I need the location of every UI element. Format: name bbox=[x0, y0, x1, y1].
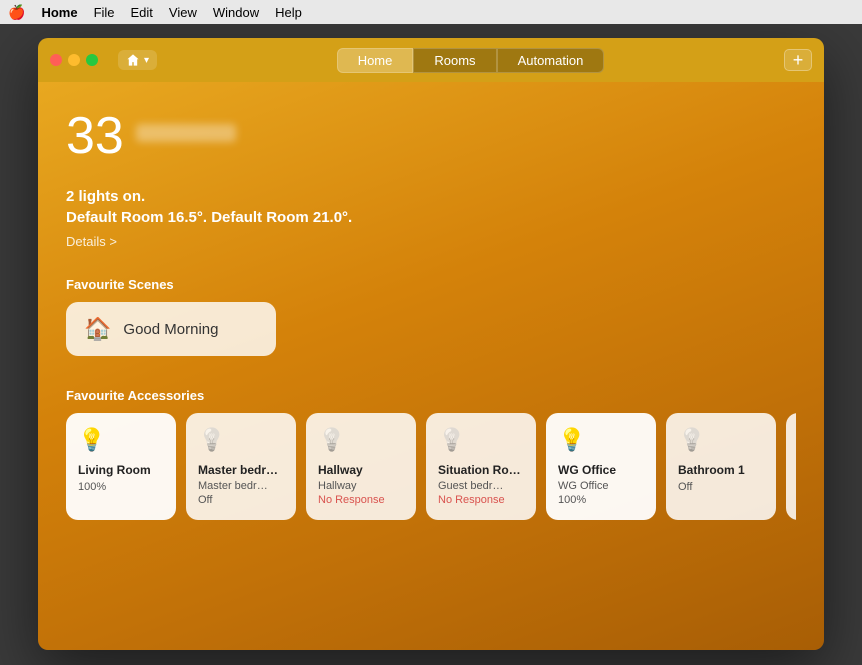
maximize-button[interactable] bbox=[86, 54, 98, 66]
bulb-icon: 💡 bbox=[78, 427, 164, 453]
accessory-sub: Hallway bbox=[318, 480, 404, 492]
accessory-name: Living Room bbox=[78, 463, 164, 479]
menu-file[interactable]: File bbox=[94, 5, 115, 20]
details-link[interactable]: Details > bbox=[66, 234, 796, 249]
menu-view[interactable]: View bbox=[169, 5, 197, 20]
accessory-status: No Response bbox=[318, 494, 404, 506]
menu-bar: 🍎 Home File Edit View Window Help bbox=[0, 0, 862, 24]
home-icon bbox=[126, 53, 140, 67]
bulb-icon: 💡 bbox=[558, 427, 644, 453]
menu-edit[interactable]: Edit bbox=[131, 5, 153, 20]
weather-blur bbox=[136, 124, 236, 142]
scene-home-icon: 🏠 bbox=[84, 316, 111, 342]
accessory-sub: Master bedr… bbox=[198, 480, 284, 492]
accessories-row: 💡 Living Room 100% 💡 Master bedr… Master… bbox=[66, 413, 796, 520]
bulb-icon: 💡 bbox=[438, 427, 524, 453]
accessory-status: 100% bbox=[558, 494, 644, 506]
scene-good-morning[interactable]: 🏠 Good Morning bbox=[66, 302, 276, 356]
status-line1: 2 lights on. bbox=[66, 186, 796, 207]
accessory-status: Off bbox=[198, 494, 284, 506]
temperature-display: 33 bbox=[66, 110, 124, 162]
accessory-bathroom1[interactable]: 💡 Bathroom 1 Off bbox=[666, 413, 776, 520]
accessory-status: 100% bbox=[78, 481, 164, 493]
accessory-name: Hallway bbox=[318, 463, 404, 479]
accessory-name: WG Office bbox=[558, 463, 644, 479]
accessories-section-label: Favourite Accessories bbox=[66, 388, 796, 403]
accessory-wg-office[interactable]: 💡 WG Office WG Office 100% bbox=[546, 413, 656, 520]
main-content: 33 2 lights on. Default Room 16.5°. Defa… bbox=[38, 82, 824, 650]
traffic-lights bbox=[50, 54, 98, 66]
tab-bar: Home Rooms Automation bbox=[169, 48, 772, 73]
scene-name: Good Morning bbox=[123, 321, 218, 338]
weather-section: 33 bbox=[66, 110, 796, 162]
app-window: ▾ Home Rooms Automation + 33 2 lights on… bbox=[38, 38, 824, 650]
tab-home[interactable]: Home bbox=[337, 48, 414, 73]
bulb-icon: 💡 bbox=[318, 427, 404, 453]
accessory-hallway[interactable]: 💡 Hallway Hallway No Response bbox=[306, 413, 416, 520]
accessory-sub: WG Office bbox=[558, 480, 644, 492]
chevron-down-icon: ▾ bbox=[144, 55, 149, 66]
tab-rooms[interactable]: Rooms bbox=[413, 48, 496, 73]
accessory-name: Master bedr… bbox=[198, 463, 284, 479]
title-bar: ▾ Home Rooms Automation + bbox=[38, 38, 824, 82]
apple-menu[interactable]: 🍎 bbox=[8, 4, 25, 21]
status-line2: Default Room 16.5°. Default Room 21.0°. bbox=[66, 207, 796, 228]
menu-window[interactable]: Window bbox=[213, 5, 259, 20]
accessory-status: No Response bbox=[438, 494, 524, 506]
status-text: 2 lights on. Default Room 16.5°. Default… bbox=[66, 186, 796, 228]
scenes-section-label: Favourite Scenes bbox=[66, 277, 796, 292]
accessory-name: Situation Ro… bbox=[438, 463, 524, 479]
accessory-sub: Guest bedr… bbox=[438, 480, 524, 492]
add-button[interactable]: + bbox=[784, 49, 812, 71]
accessory-name: Bathroom 1 bbox=[678, 463, 764, 479]
close-button[interactable] bbox=[50, 54, 62, 66]
accessory-master-bedroom[interactable]: 💡 Master bedr… Master bedr… Off bbox=[186, 413, 296, 520]
minimize-button[interactable] bbox=[68, 54, 80, 66]
home-nav-button[interactable]: ▾ bbox=[118, 50, 157, 70]
tab-automation[interactable]: Automation bbox=[497, 48, 605, 73]
menu-help[interactable]: Help bbox=[275, 5, 302, 20]
accessory-bathroom2[interactable]: 💡 Bathroom 2 Off bbox=[786, 413, 796, 520]
accessory-living-room[interactable]: 💡 Living Room 100% bbox=[66, 413, 176, 520]
accessory-status: Off bbox=[678, 481, 764, 493]
bulb-icon: 💡 bbox=[678, 427, 764, 453]
bulb-icon: 💡 bbox=[198, 427, 284, 453]
menu-home[interactable]: Home bbox=[41, 5, 77, 20]
accessory-situation-room[interactable]: 💡 Situation Ro… Guest bedr… No Response bbox=[426, 413, 536, 520]
